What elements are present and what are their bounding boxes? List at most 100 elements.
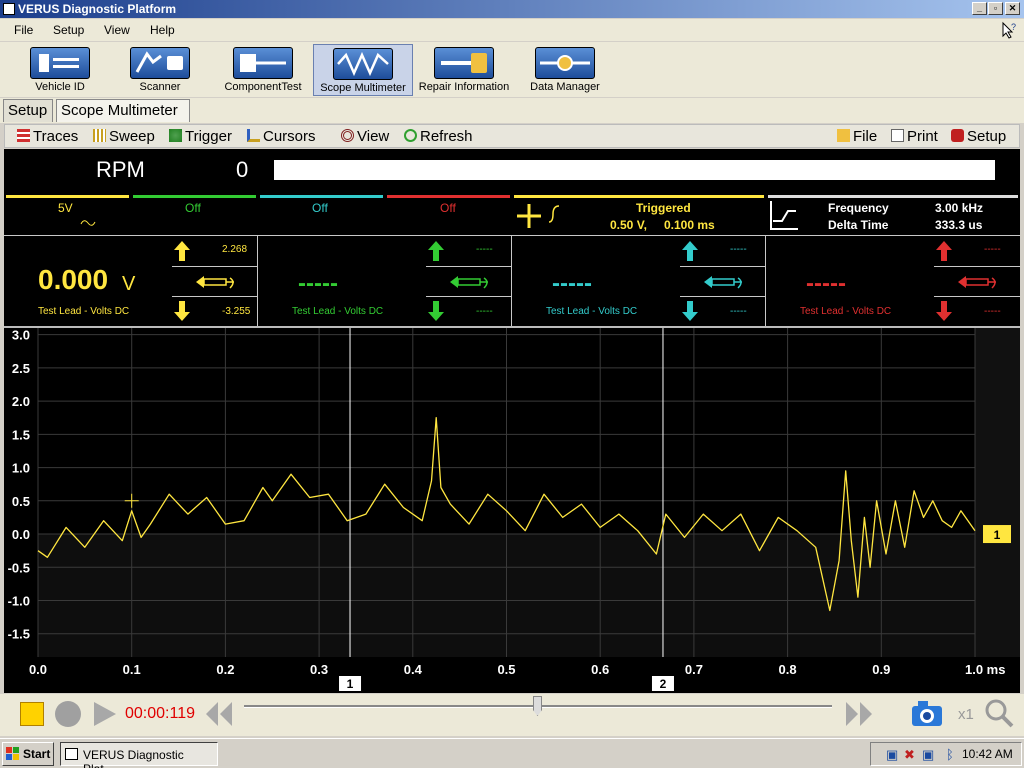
- file-button[interactable]: File: [837, 128, 877, 145]
- print-button[interactable]: Print: [891, 128, 938, 145]
- maximize-button[interactable]: ▫: [988, 2, 1003, 15]
- channel-3-probe-icon[interactable]: [702, 271, 746, 293]
- title-bar: VERUS Diagnostic Platform _ ▫ ✕: [0, 0, 1024, 18]
- channel-1-colorbar: [6, 195, 129, 198]
- help-cursor-icon[interactable]: ?: [1000, 21, 1018, 39]
- refresh-button[interactable]: Refresh: [404, 128, 473, 145]
- record-button[interactable]: [55, 701, 81, 727]
- channel-1-probe-icon[interactable]: [194, 271, 238, 293]
- channel-4-lower-arrow-icon[interactable]: [934, 300, 954, 322]
- taskbar-verus-item[interactable]: VERUS Diagnostic Plat...: [60, 742, 218, 768]
- channel-1-scale[interactable]: 5V: [58, 201, 73, 215]
- component-test-icon: [233, 47, 293, 79]
- y-tick-label: 0.5: [12, 494, 30, 509]
- channel-2-upper-arrow-icon[interactable]: [426, 240, 446, 262]
- fast-forward-icon[interactable]: [844, 700, 874, 728]
- refresh-icon: [404, 129, 417, 142]
- cursors-button[interactable]: Cursors: [247, 128, 316, 145]
- channel-4-box: ----- Test Lead - Volts DC ----- -----: [766, 236, 1020, 326]
- rpm-bar: [274, 160, 995, 180]
- y-tick-label: 1.0: [12, 461, 30, 476]
- folder-icon: [837, 129, 850, 142]
- scanner-button[interactable]: Scanner: [122, 44, 198, 96]
- channel-4-scale[interactable]: Off: [440, 201, 456, 215]
- traces-icon: [17, 129, 30, 142]
- trace-1-marker-label: 1: [994, 528, 1001, 542]
- binoculars-icon: [341, 129, 354, 142]
- tab-scope-multimeter[interactable]: Scope Multimeter: [56, 99, 190, 122]
- scope-graph[interactable]: 3.0 2.5 2.0 1.5 1.0 0.5 0.0 -0.5 -1.0 -1.5 0.0 0.1 0…: [4, 328, 1020, 693]
- channel-2-scale[interactable]: Off: [185, 201, 201, 215]
- trigger-time: 0.100 ms: [664, 218, 715, 232]
- camera-icon[interactable]: [910, 698, 944, 728]
- scope-multimeter-icon: [333, 48, 393, 80]
- network-icon[interactable]: ▣: [886, 747, 898, 763]
- channel-1-lower-value: -3.255: [222, 306, 251, 317]
- cursor-measure-icon[interactable]: [768, 199, 800, 231]
- playback-slider-thumb[interactable]: [533, 696, 542, 716]
- menu-view[interactable]: View: [104, 23, 130, 37]
- main-toolbar: Vehicle ID Scanner ComponentTest Scope M…: [0, 42, 1024, 97]
- cursor-2-label: 2: [660, 677, 667, 691]
- disconnected-icon[interactable]: ✖: [904, 747, 915, 763]
- channel-4-lower-value: -----: [984, 306, 1001, 317]
- y-tick-label: 2.5: [12, 361, 30, 376]
- stop-button[interactable]: [20, 702, 44, 726]
- trigger-crosshair-icon[interactable]: [515, 202, 565, 230]
- scope-multimeter-button[interactable]: Scope Multimeter: [313, 44, 413, 96]
- x-tick-label: 0.4: [404, 662, 423, 677]
- play-button[interactable]: [90, 700, 118, 728]
- channel-2-upper-value: -----: [476, 244, 493, 255]
- close-button[interactable]: ✕: [1005, 2, 1020, 15]
- cursors-icon: [247, 129, 260, 142]
- channel-4-upper-arrow-icon[interactable]: [934, 240, 954, 262]
- scope-setup-button[interactable]: Setup: [951, 128, 1006, 145]
- scope-toolbar: Traces Sweep Trigger Cursors View Refres…: [4, 124, 1020, 148]
- channel-2-reading: -----: [298, 270, 338, 297]
- y-tick-label: 2.0: [12, 394, 30, 409]
- svg-text:?: ?: [1011, 22, 1016, 32]
- trigger-button[interactable]: Trigger: [169, 128, 232, 145]
- network-2-icon[interactable]: ▣: [922, 747, 934, 763]
- y-tick-label: -1.5: [8, 627, 30, 642]
- bluetooth-icon[interactable]: ᛒ: [946, 747, 954, 762]
- sweep-button[interactable]: Sweep: [93, 128, 155, 145]
- component-test-button[interactable]: ComponentTest: [222, 44, 304, 96]
- tab-setup[interactable]: Setup: [3, 99, 53, 122]
- channel-3-scale[interactable]: Off: [312, 201, 328, 215]
- magnifier-icon[interactable]: [984, 698, 1014, 728]
- rewind-icon[interactable]: [204, 700, 234, 728]
- channel-1-upper-arrow-icon[interactable]: [172, 240, 192, 262]
- data-manager-button[interactable]: Data Manager: [525, 44, 605, 96]
- delta-time-label: Delta Time: [828, 218, 889, 232]
- y-tick-label: 3.0: [12, 328, 30, 343]
- trigger-icon: [169, 129, 182, 142]
- channel-3-lower-arrow-icon[interactable]: [680, 300, 700, 322]
- view-button[interactable]: View: [341, 128, 389, 145]
- channel-4-colorbar: [387, 195, 510, 198]
- channel-3-colorbar: [260, 195, 383, 198]
- x-tick-label: 1.0 ms: [965, 662, 1005, 677]
- vehicle-id-button[interactable]: Vehicle ID: [20, 44, 100, 96]
- windows-logo-icon: [6, 747, 19, 760]
- channel-3-upper-arrow-icon[interactable]: [680, 240, 700, 262]
- menu-help[interactable]: Help: [150, 23, 175, 37]
- menu-setup[interactable]: Setup: [53, 23, 84, 37]
- traces-button[interactable]: Traces: [17, 128, 78, 145]
- minimize-button[interactable]: _: [972, 2, 987, 15]
- y-tick-label: -0.5: [8, 560, 30, 575]
- channel-1-lower-arrow-icon[interactable]: [172, 300, 192, 322]
- x-tick-label: 0.0: [29, 662, 47, 677]
- x-tick-label: 0.9: [872, 662, 890, 677]
- cursor-1-label: 1: [347, 677, 354, 691]
- channel-2-lower-arrow-icon[interactable]: [426, 300, 446, 322]
- channel-1-reading: 0.000: [38, 264, 109, 295]
- channel-4-probe-icon[interactable]: [956, 271, 1000, 293]
- repair-information-button[interactable]: Repair Information: [416, 44, 512, 96]
- clock: 10:42 AM: [962, 747, 1013, 761]
- window-title: VERUS Diagnostic Platform: [18, 2, 177, 16]
- x-tick-label: 0.7: [685, 662, 703, 677]
- menu-file[interactable]: File: [14, 23, 33, 37]
- channel-2-probe-icon[interactable]: [448, 271, 492, 293]
- channel-2-box: ----- Test Lead - Volts DC ----- -----: [258, 236, 512, 326]
